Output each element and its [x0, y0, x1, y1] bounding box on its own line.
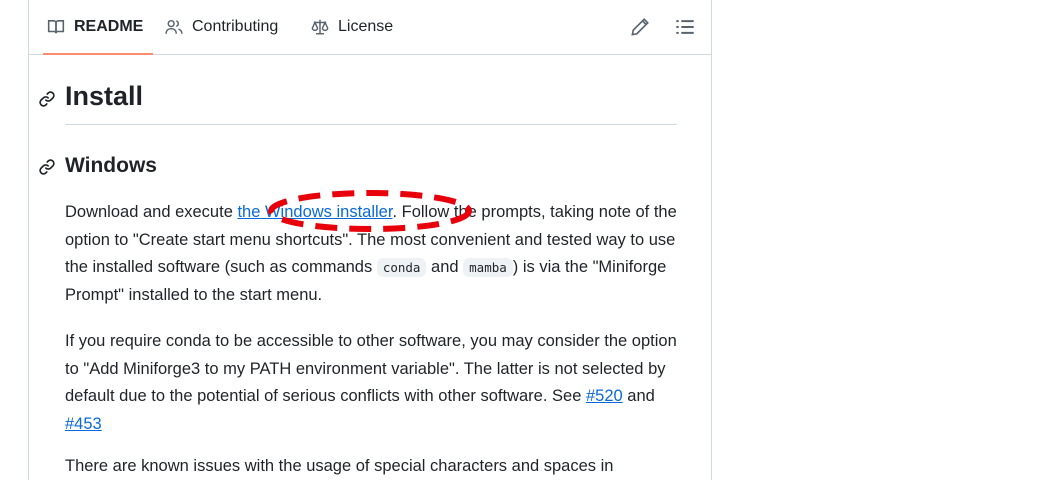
tab-contributing[interactable]: Contributing [165, 0, 278, 54]
text-span: Download and execute [65, 203, 238, 221]
tab-license[interactable]: License [311, 0, 393, 54]
tab-readme[interactable]: README [42, 0, 154, 55]
issue-link-453[interactable]: #453 [65, 415, 102, 433]
readme-tab-bar: README Contributing License [29, 0, 711, 55]
code-mamba: mamba [463, 258, 513, 277]
people-icon [165, 18, 183, 36]
paragraph-path-note: If you require conda to be accessible to… [65, 328, 681, 438]
readme-panel: README Contributing License Install Wind… [28, 0, 712, 480]
link-anchor-icon[interactable] [38, 90, 56, 108]
tab-readme-label: README [74, 18, 144, 35]
text-span: and [426, 258, 464, 276]
text-span: and [622, 387, 655, 405]
link-anchor-icon[interactable] [38, 158, 56, 176]
tab-license-label: License [338, 18, 394, 35]
issue-link-520[interactable]: #520 [586, 387, 623, 405]
pencil-icon[interactable] [630, 17, 650, 37]
tab-contributing-label: Contributing [192, 18, 279, 35]
paragraph-known-issues: There are known issues with the usage of… [65, 457, 614, 475]
heading-windows: Windows [65, 154, 157, 177]
heading-install: Install [65, 81, 144, 111]
heading-divider [65, 124, 677, 125]
law-icon [311, 18, 329, 36]
list-icon[interactable] [675, 17, 695, 37]
code-conda: conda [376, 258, 427, 277]
book-icon [47, 18, 65, 36]
windows-installer-link[interactable]: the Windows installer [237, 203, 392, 221]
paragraph-windows-install: Download and execute the Windows install… [65, 199, 681, 309]
